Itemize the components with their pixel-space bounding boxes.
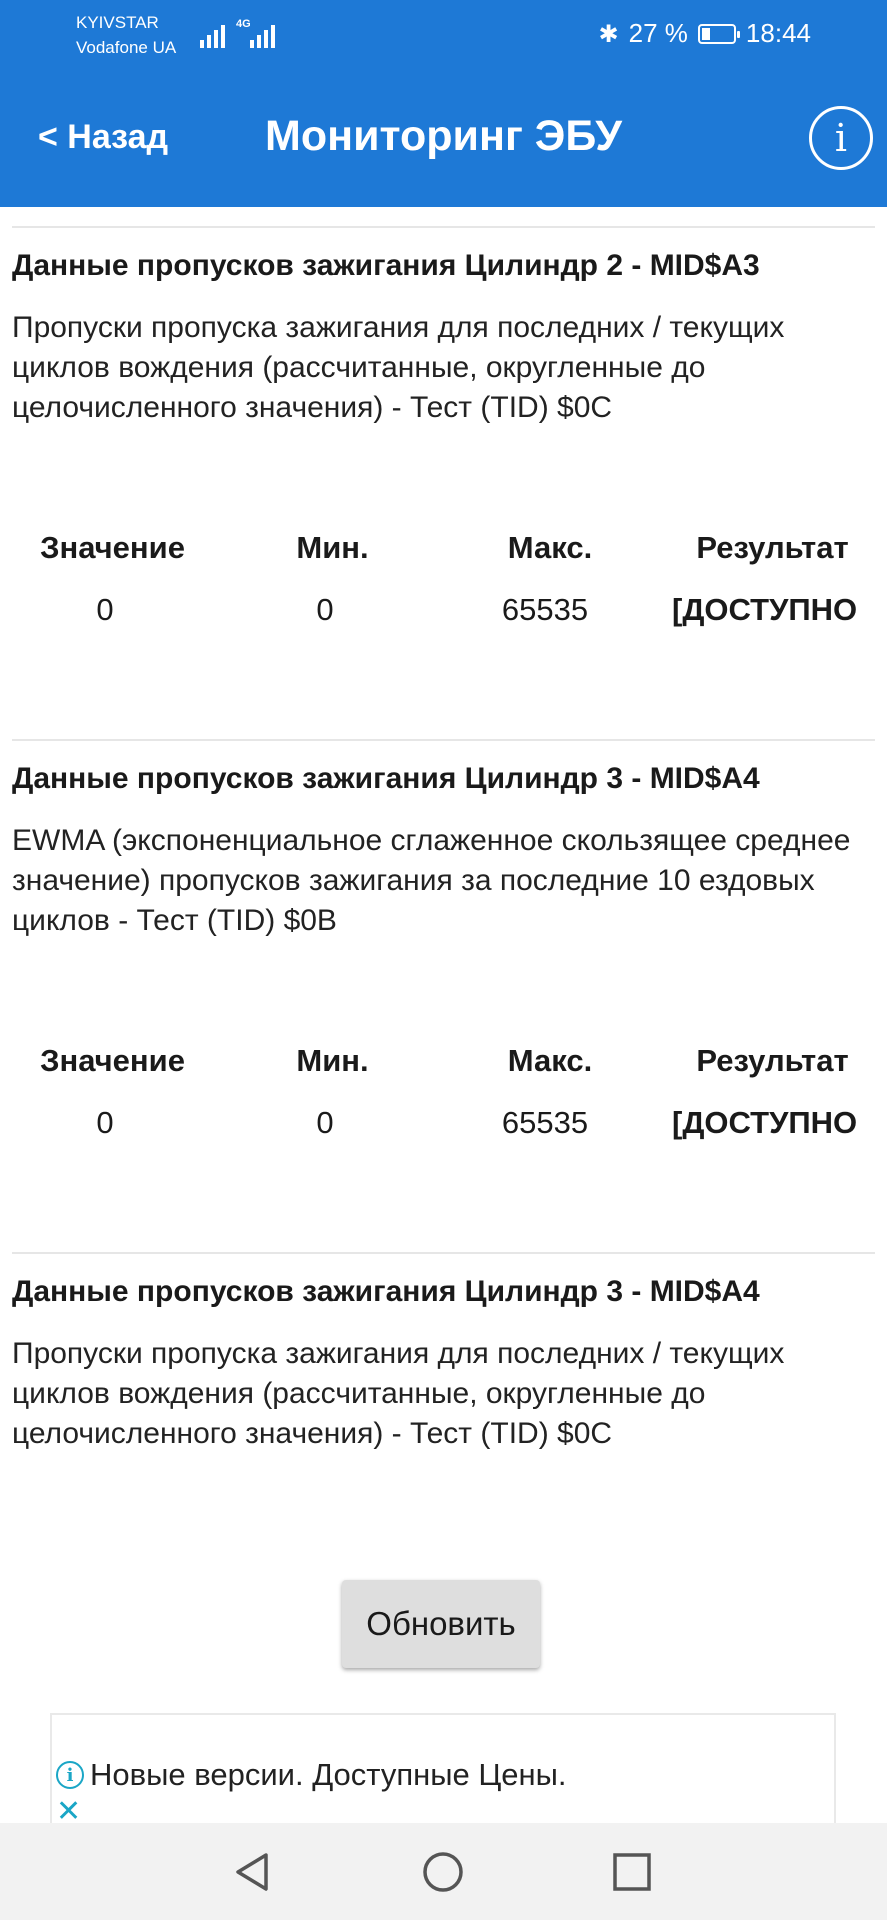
section-description: Пропуски пропуска зажигания для последни…	[12, 311, 785, 424]
page-title: Мониторинг ЭБУ	[265, 112, 622, 160]
nav-back-icon[interactable]	[228, 1847, 278, 1897]
cell-max: 65535	[501, 1105, 589, 1140]
cell-min: 0	[316, 592, 334, 627]
nav-recents-icon[interactable]	[607, 1847, 657, 1897]
network-type: 4G	[236, 18, 251, 30]
cell-max: 65535	[501, 592, 589, 627]
header-result: Результат	[696, 1043, 849, 1078]
header-max: Макс.	[507, 1043, 593, 1078]
section-1: Данные пропусков зажигания Цилиндр 2 - M…	[12, 246, 875, 428]
app-header: KYIVSTAR Vodafone UA 4G ✱ 27 % 18:44 < Н…	[0, 0, 887, 207]
header-max: Макс.	[507, 530, 593, 565]
battery-percent: 27 %	[628, 18, 688, 48]
cell-result: [ДОСТУПНО	[672, 1105, 858, 1140]
section-divider	[12, 226, 875, 228]
section-3: Данные пропусков зажигания Цилиндр 3 - M…	[12, 1272, 875, 1454]
signal-icon	[200, 18, 225, 48]
carrier-1: KYIVSTAR	[76, 13, 159, 32]
header-value: Значение	[40, 530, 185, 565]
system-nav-bar	[0, 1823, 887, 1920]
section-description: EWMA (экспоненциальное сглаженное скольз…	[12, 824, 851, 937]
status-right: ✱ 27 % 18:44	[599, 18, 811, 49]
header-result: Результат	[696, 530, 849, 565]
signal-icon-2	[250, 18, 275, 48]
carrier-info: KYIVSTAR Vodafone UA	[76, 10, 176, 60]
ad-info-icon[interactable]: i	[56, 1761, 84, 1789]
section-divider	[12, 739, 875, 741]
battery-icon	[697, 23, 740, 44]
ad-text[interactable]: Новые версии. Доступные Цены.	[90, 1757, 567, 1793]
bluetooth-icon: ✱	[598, 19, 619, 48]
header-min: Мин.	[296, 530, 369, 565]
clock: 18:44	[745, 18, 811, 48]
cell-result: [ДОСТУПНО	[672, 592, 858, 627]
refresh-button[interactable]: Обновить	[342, 1580, 540, 1668]
cell-value: 0	[96, 1105, 114, 1140]
info-icon[interactable]: i	[809, 106, 873, 170]
section-title: Данные пропусков зажигания Цилиндр 3 - M…	[12, 1275, 760, 1308]
section-title: Данные пропусков зажигания Цилиндр 3 - M…	[12, 762, 760, 795]
section-divider	[12, 1252, 875, 1254]
cell-value: 0	[96, 592, 114, 627]
nav-home-icon[interactable]	[418, 1847, 468, 1897]
header-min: Мин.	[296, 1043, 369, 1078]
carrier-2: Vodafone UA	[76, 38, 177, 57]
section-2: Данные пропусков зажигания Цилиндр 3 - M…	[12, 759, 875, 941]
cell-min: 0	[316, 1105, 334, 1140]
section-title: Данные пропусков зажигания Цилиндр 2 - M…	[12, 249, 760, 282]
ad-banner[interactable]: i Новые версии. Доступные Цены. ✕	[50, 1713, 836, 1827]
section-description: Пропуски пропуска зажигания для последни…	[12, 1337, 785, 1450]
header-value: Значение	[40, 1043, 185, 1078]
